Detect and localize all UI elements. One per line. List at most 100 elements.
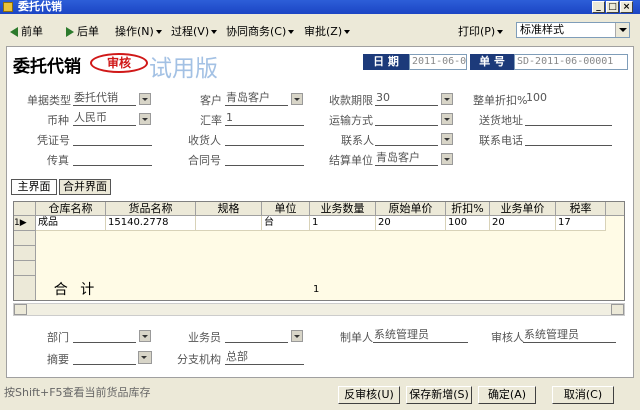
maximize-button[interactable]: □	[606, 1, 619, 13]
print-menu[interactable]: 打印(P)	[458, 23, 504, 39]
approve-menu[interactable]: 审批(Z)	[304, 23, 351, 39]
settle-dropdown-icon[interactable]	[441, 153, 453, 165]
shipping-field[interactable]	[375, 111, 438, 126]
collab-menu[interactable]: 协同商务(C)	[226, 23, 295, 39]
dropdown-arrow-icon[interactable]	[615, 23, 629, 37]
process-menu[interactable]: 过程(V)	[171, 23, 218, 39]
term-field[interactable]: 30	[375, 91, 438, 106]
contact-field[interactable]	[375, 131, 438, 146]
discount-label: 整单折扣%	[473, 94, 528, 107]
doctype-label: 单据类型	[27, 94, 71, 107]
col-header[interactable]: 折扣%	[446, 202, 490, 216]
window-title: 委托代销	[18, 0, 62, 13]
memo-label: 摘要	[47, 353, 69, 366]
date-label: 日 期	[363, 54, 409, 70]
doctype-dropdown-icon[interactable]	[139, 93, 151, 105]
fax-field[interactable]	[73, 151, 152, 166]
document-panel: 委托代销 审核 试用版 日 期 2011-06-02 单 号 SD-2011-0…	[6, 46, 634, 378]
contact-dropdown-icon[interactable]	[441, 133, 453, 145]
grid-cell[interactable]: 成品	[36, 216, 106, 231]
voucher-field[interactable]	[73, 131, 152, 146]
tab-main[interactable]: 主界面	[11, 179, 57, 195]
shipping-dropdown-icon[interactable]	[441, 113, 453, 125]
col-header[interactable]: 单位	[262, 202, 310, 216]
next-button[interactable]: 后单	[66, 23, 99, 39]
tab-merge[interactable]: 合并界面	[59, 179, 111, 195]
settle-field[interactable]: 青岛客户	[375, 151, 438, 166]
row-marker-empty[interactable]	[14, 261, 36, 276]
arrow-right-icon	[66, 27, 74, 37]
term-dropdown-icon[interactable]	[441, 93, 453, 105]
operate-label: 操作(N)	[115, 25, 154, 38]
staff-label: 业务员	[188, 331, 221, 344]
rate-field[interactable]: 1	[225, 111, 304, 126]
cancel-button[interactable]: 取消(C)	[552, 386, 614, 404]
docno-field[interactable]: SD-2011-06-00001	[514, 54, 628, 70]
prev-button[interactable]: 前单	[10, 23, 43, 39]
grid-cell[interactable]: 17	[556, 216, 606, 231]
discount-field[interactable]: 100	[525, 91, 612, 105]
horizontal-scrollbar[interactable]	[13, 303, 625, 316]
staff-field[interactable]	[225, 328, 288, 343]
arrow-left-icon	[10, 27, 18, 37]
col-header[interactable]: 税率	[556, 202, 606, 216]
grid-cell[interactable]: 20	[376, 216, 446, 231]
minimize-button[interactable]: _	[592, 1, 605, 13]
customer-dropdown-icon[interactable]	[291, 93, 303, 105]
contract-field[interactable]	[225, 151, 304, 166]
col-header[interactable]: 原始单价	[376, 202, 446, 216]
rate-label: 汇率	[200, 114, 222, 127]
scroll-right-icon[interactable]	[611, 304, 624, 315]
doctype-field[interactable]: 委托代销	[73, 91, 136, 106]
grid-cell[interactable]: 100	[446, 216, 490, 231]
unaudit-button[interactable]: 反审核(U)	[338, 386, 400, 404]
receiver-field[interactable]	[225, 131, 304, 146]
date-field[interactable]: 2011-06-02	[409, 54, 467, 70]
branch-field[interactable]: 总部	[225, 350, 304, 365]
prev-label: 前单	[21, 25, 43, 38]
grid-cell[interactable]: 1	[310, 216, 376, 231]
status-hint: 按Shift+F5查看当前货品库存	[4, 386, 151, 399]
page-title: 委托代销	[13, 57, 81, 77]
dept-field[interactable]	[73, 328, 136, 343]
currency-dropdown-icon[interactable]	[139, 113, 151, 125]
collab-label: 协同商务(C)	[226, 25, 287, 38]
grid-cell[interactable]	[196, 216, 262, 231]
phone-field[interactable]	[525, 131, 612, 146]
col-header[interactable]: 业务单价	[490, 202, 556, 216]
operate-menu[interactable]: 操作(N)	[115, 23, 162, 39]
staff-dropdown-icon[interactable]	[291, 330, 303, 342]
memo-field[interactable]	[73, 350, 136, 365]
grid-cell[interactable]: 15140.2778	[106, 216, 196, 231]
app-icon	[3, 2, 13, 12]
maker-field: 系统管理员	[373, 328, 468, 343]
row-marker[interactable]: 1▶	[14, 216, 36, 231]
row-marker-empty[interactable]	[14, 231, 36, 246]
style-select[interactable]: 标准样式	[516, 22, 630, 38]
maker-label: 制单人	[340, 331, 373, 344]
currency-field[interactable]: 人民币	[73, 111, 136, 126]
save-new-button[interactable]: 保存新增(S)	[406, 386, 472, 404]
contract-label: 合同号	[188, 154, 221, 167]
address-field[interactable]	[525, 111, 612, 126]
dept-dropdown-icon[interactable]	[139, 330, 151, 342]
grid-cell[interactable]: 台	[262, 216, 310, 231]
col-header[interactable]: 仓库名称	[36, 202, 106, 216]
fax-label: 传真	[47, 154, 69, 167]
grid-cell[interactable]: 20	[490, 216, 556, 231]
items-grid: 仓库名称 货品名称 规格 单位 业务数量 原始单价 折扣% 业务单价 税率 1▶…	[13, 201, 625, 301]
scroll-left-icon[interactable]	[14, 304, 27, 315]
dept-label: 部门	[47, 331, 69, 344]
customer-field[interactable]: 青岛客户	[225, 91, 288, 106]
trial-watermark: 试用版	[149, 56, 218, 82]
col-header[interactable]: 业务数量	[310, 202, 376, 216]
col-header[interactable]: 规格	[196, 202, 262, 216]
phone-label: 联系电话	[479, 134, 523, 147]
col-header[interactable]: 货品名称	[106, 202, 196, 216]
ok-button[interactable]: 确定(A)	[478, 386, 536, 404]
row-marker-empty[interactable]	[14, 246, 36, 261]
address-label: 送货地址	[479, 114, 523, 127]
close-button[interactable]: ×	[620, 1, 633, 13]
more-icon[interactable]	[138, 351, 152, 364]
chevron-down-icon	[344, 30, 351, 34]
